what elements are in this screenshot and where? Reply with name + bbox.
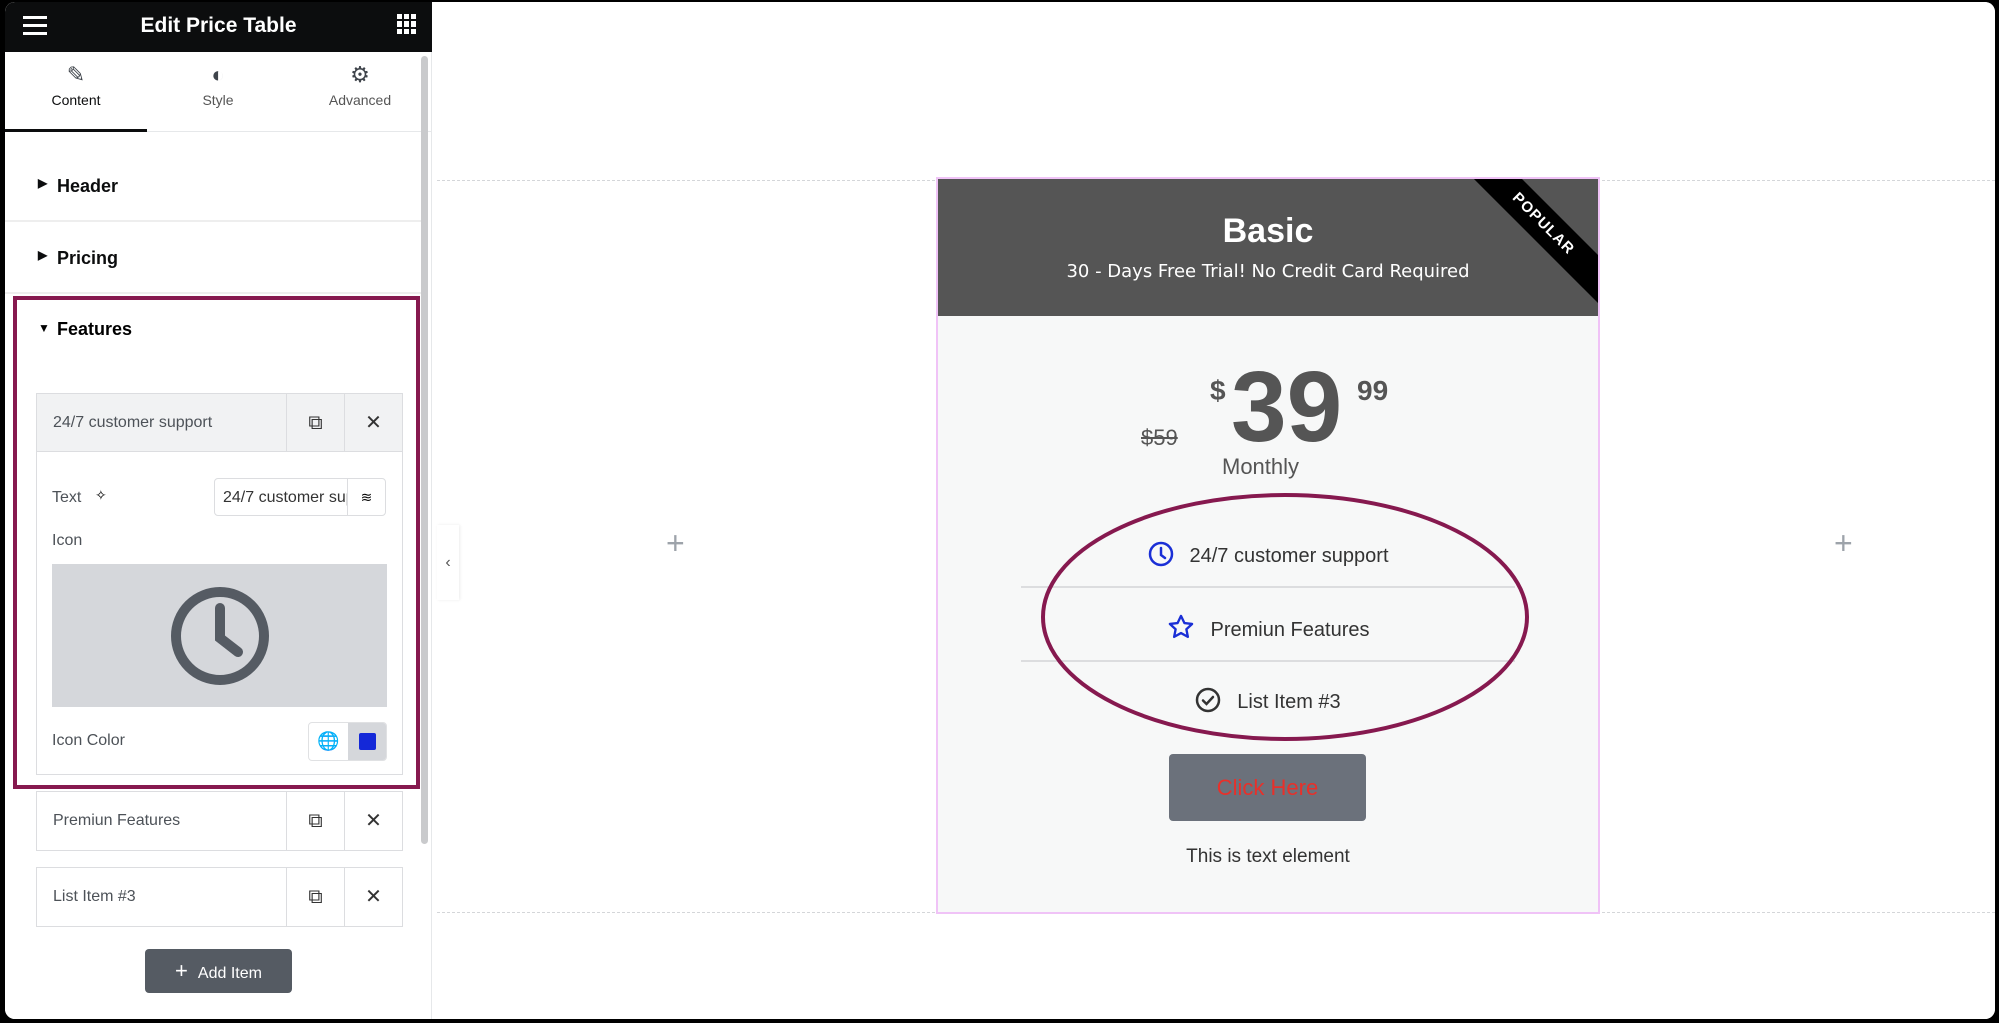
- price-period: Monthly: [1222, 454, 1300, 479]
- icon-label: Icon: [52, 532, 83, 549]
- editor-panel: Edit Price Table ✎ Content ◐ Style ⚙ Advanc…: [5, 2, 432, 1019]
- close-icon[interactable]: ✕: [344, 792, 402, 850]
- icon-color-label: Icon Color: [52, 732, 125, 749]
- plan-subtitle: 30 - Days Free Trial! No Credit Card Req…: [1066, 261, 1470, 282]
- feature-item-expanded: 24/7 customer support ⧉ ✕ Text ✧ 24/7 cu…: [36, 393, 403, 775]
- feature-item: Premiun Features ⧉ ✕: [36, 791, 403, 851]
- grid-apps-icon[interactable]: [397, 14, 417, 34]
- currency-symbol: $: [1210, 375, 1226, 406]
- item-header[interactable]: Premiun Features ⧉ ✕: [37, 792, 402, 850]
- section-title: Header: [57, 176, 119, 196]
- caret-right-icon: ▶: [38, 176, 48, 190]
- add-column-plus-icon[interactable]: +: [1834, 525, 1853, 562]
- section-header[interactable]: ▶ Header: [5, 152, 425, 222]
- panel-tabs: ✎ Content ◐ Style ⚙ Advanced: [5, 52, 432, 132]
- panel-header: Edit Price Table: [5, 2, 432, 52]
- caret-right-icon: ▶: [38, 248, 48, 262]
- close-icon[interactable]: ✕: [344, 394, 402, 451]
- tab-label: Advanced: [328, 92, 392, 108]
- half-circle-icon: ◐: [211, 62, 225, 87]
- close-icon[interactable]: ✕: [344, 868, 402, 926]
- plus-icon: +: [175, 958, 188, 983]
- plan-title: Basic: [1222, 212, 1314, 250]
- cta-button[interactable]: Click Here: [1169, 754, 1366, 821]
- globe-icon[interactable]: 🌐: [309, 723, 348, 760]
- add-item-label: Add Item: [197, 965, 262, 982]
- item-label: List Item #3: [53, 888, 136, 905]
- section-pricing[interactable]: ▶ Pricing: [5, 224, 425, 294]
- item-header[interactable]: 24/7 customer support ⧉ ✕: [37, 394, 402, 452]
- ai-sparkle-icon[interactable]: ✧: [95, 487, 107, 504]
- footer-text: This is text element: [1186, 846, 1350, 867]
- item-label: 24/7 customer support: [53, 414, 213, 431]
- duplicate-icon[interactable]: ⧉: [286, 394, 344, 451]
- pencil-icon: ✎: [66, 62, 86, 87]
- chevron-left-icon: ‹: [445, 554, 451, 571]
- icon-picker-preview[interactable]: [52, 564, 387, 707]
- item-header[interactable]: List Item #3 ⧉ ✕: [37, 868, 402, 926]
- section-title: Features: [57, 319, 133, 339]
- tab-advanced[interactable]: ⚙ Advanced: [289, 52, 431, 132]
- add-item-button[interactable]: + Add Item: [145, 949, 292, 993]
- color-picker[interactable]: [348, 723, 386, 760]
- price-fraction: 99: [1357, 375, 1389, 406]
- caret-down-icon: ▼: [38, 321, 50, 335]
- annotation-ellipse: [1041, 493, 1529, 741]
- add-column-plus-icon[interactable]: +: [666, 525, 685, 562]
- price-table-header: Basic 30 - Days Free Trial! No Credit Ca…: [938, 179, 1598, 316]
- feature-item: List Item #3 ⧉ ✕: [36, 867, 403, 927]
- clock-icon: [171, 587, 269, 685]
- dynamic-tags-icon[interactable]: ≋: [347, 479, 385, 515]
- panel-scrollbar[interactable]: [421, 56, 428, 844]
- original-price: $59: [1141, 425, 1178, 450]
- tab-style[interactable]: ◐ Style: [147, 52, 289, 132]
- tab-label: Style: [202, 92, 234, 108]
- collapse-panel-handle[interactable]: ‹: [437, 525, 459, 600]
- color-swatch: [359, 733, 376, 750]
- tab-label: Content: [51, 92, 101, 108]
- icon-color-control: 🌐: [308, 722, 387, 761]
- text-input-value: 24/7 customer support: [223, 489, 347, 506]
- duplicate-icon[interactable]: ⧉: [286, 868, 344, 926]
- text-input[interactable]: 24/7 customer support ≋: [214, 478, 386, 516]
- section-features[interactable]: ▼ Features: [5, 317, 425, 347]
- duplicate-icon[interactable]: ⧉: [286, 792, 344, 850]
- price-integer: 39: [1231, 351, 1343, 463]
- item-label: Premiun Features: [53, 812, 181, 829]
- text-label: Text: [52, 489, 82, 506]
- tab-content[interactable]: ✎ Content: [5, 52, 147, 132]
- canvas: ‹ + + Basic 30 - Days Free Trial! No Cre…: [437, 2, 1995, 1019]
- section-title: Pricing: [57, 248, 119, 268]
- gear-icon: ⚙: [350, 62, 370, 87]
- panel-title: Edit Price Table: [140, 14, 297, 37]
